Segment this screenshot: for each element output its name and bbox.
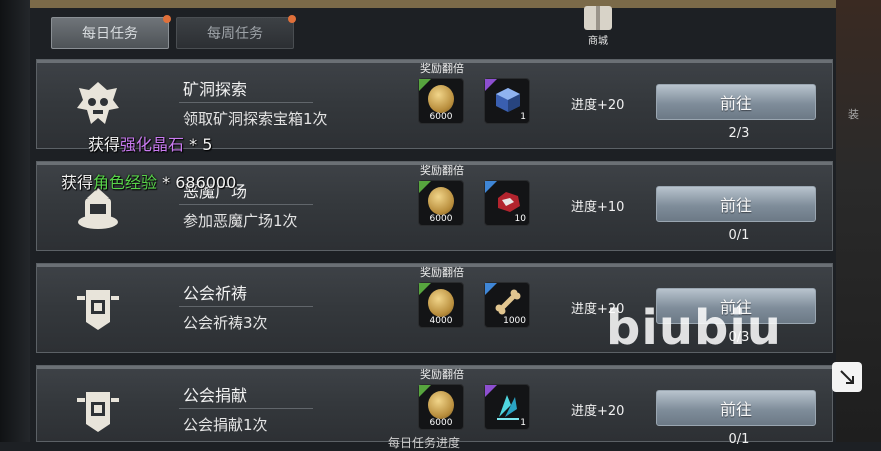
reward-count: 6000 [429,112,453,122]
progress-count: 0/1 [728,228,750,243]
red-gem-icon [498,192,520,212]
reward-slot[interactable]: 1 [484,78,530,124]
reward-count: 6000 [429,418,453,428]
guild-banner-icon [71,280,125,336]
tab-weekly[interactable]: 每周任务 [176,15,296,49]
task-description: 领取矿洞探索宝箱1次 [183,110,328,128]
watermark: biubiu [606,300,782,356]
gold-coin-icon [428,391,454,419]
reward-toast: 获得强化晶石 * 5 [88,131,212,155]
reward-count: 4000 [429,316,453,326]
reward-toast: 获得角色经验 * 686000 [61,169,236,193]
tab-weekly-label: 每周任务 [207,26,263,42]
reward-slot[interactable]: 6000 [418,384,464,430]
toast-prefix: 获得 [61,173,94,192]
go-button[interactable]: 前往 [656,186,816,222]
task-description: 公会捐献1次 [183,416,268,434]
toast-item: 角色经验 [93,173,158,192]
tab-daily-label: 每日任务 [82,26,138,42]
progress-increment: 进度+20 [571,98,625,113]
reward-slot[interactable]: 10 [484,180,530,226]
progress-increment: 进度+20 [571,404,625,419]
bone-icon [495,289,521,315]
reward-count: 10 [514,214,526,224]
gold-coin-icon [428,289,454,317]
task-title: 公会捐献 [183,386,248,405]
reward-double-label: 奖励翻倍 [420,368,464,381]
toast-suffix: * 686000 [157,173,237,192]
crystal-cube-icon [496,88,520,112]
reward-slot[interactable]: 4000 [418,282,464,328]
reward-double-label: 奖励翻倍 [420,164,464,177]
task-description: 公会祈祷3次 [183,314,268,332]
reward-slot[interactable]: 6000 [418,78,464,124]
toast-prefix: 获得 [88,135,121,154]
expand-button[interactable] [832,362,862,392]
tab-daily[interactable]: 每日任务 [51,15,171,49]
reward-count: 1000 [503,316,526,326]
notification-dot-icon [163,15,171,23]
reward-slot[interactable]: 6000 [418,180,464,226]
reward-count: 1 [520,418,526,428]
progress-increment: 进度+10 [571,200,625,215]
notification-dot-icon [288,15,296,23]
top-frame [30,0,836,8]
daily-progress-label: 每日任务进度 [388,436,461,450]
skull-emblem-icon [71,76,125,132]
reward-count: 6000 [429,214,453,224]
progress-count: 0/1 [728,432,750,447]
toast-suffix: * 5 [184,135,213,154]
task-title: 公会祈祷 [183,284,248,303]
reward-double-label: 奖励翻倍 [420,62,464,75]
task-description: 参加恶魔广场1次 [183,212,298,230]
left-edge [0,0,30,442]
reward-slot[interactable]: 1000 [484,282,530,328]
gift-box-icon [584,6,612,30]
go-button[interactable]: 前往 [656,390,816,426]
cyan-crystal-icon [497,395,519,420]
go-button[interactable]: 前往 [656,84,816,120]
task-title: 矿洞探索 [183,80,248,99]
task-card: 公会捐献 公会捐献1次 奖励翻倍 6000 1 进度+20 前往 0/1 [36,365,833,447]
shop-button[interactable]: 商城 [578,6,618,48]
reward-double-label: 奖励翻倍 [420,266,464,279]
gold-coin-icon [428,187,454,215]
shop-label: 商城 [588,36,608,47]
side-label: 装 [848,108,859,121]
gold-coin-icon [428,85,454,113]
guild-banner-icon [71,382,125,438]
reward-slot[interactable]: 1 [484,384,530,430]
reward-count: 1 [520,112,526,122]
toast-item: 强化晶石 [120,135,185,154]
progress-count: 2/3 [728,126,750,141]
expand-icon [840,370,854,384]
